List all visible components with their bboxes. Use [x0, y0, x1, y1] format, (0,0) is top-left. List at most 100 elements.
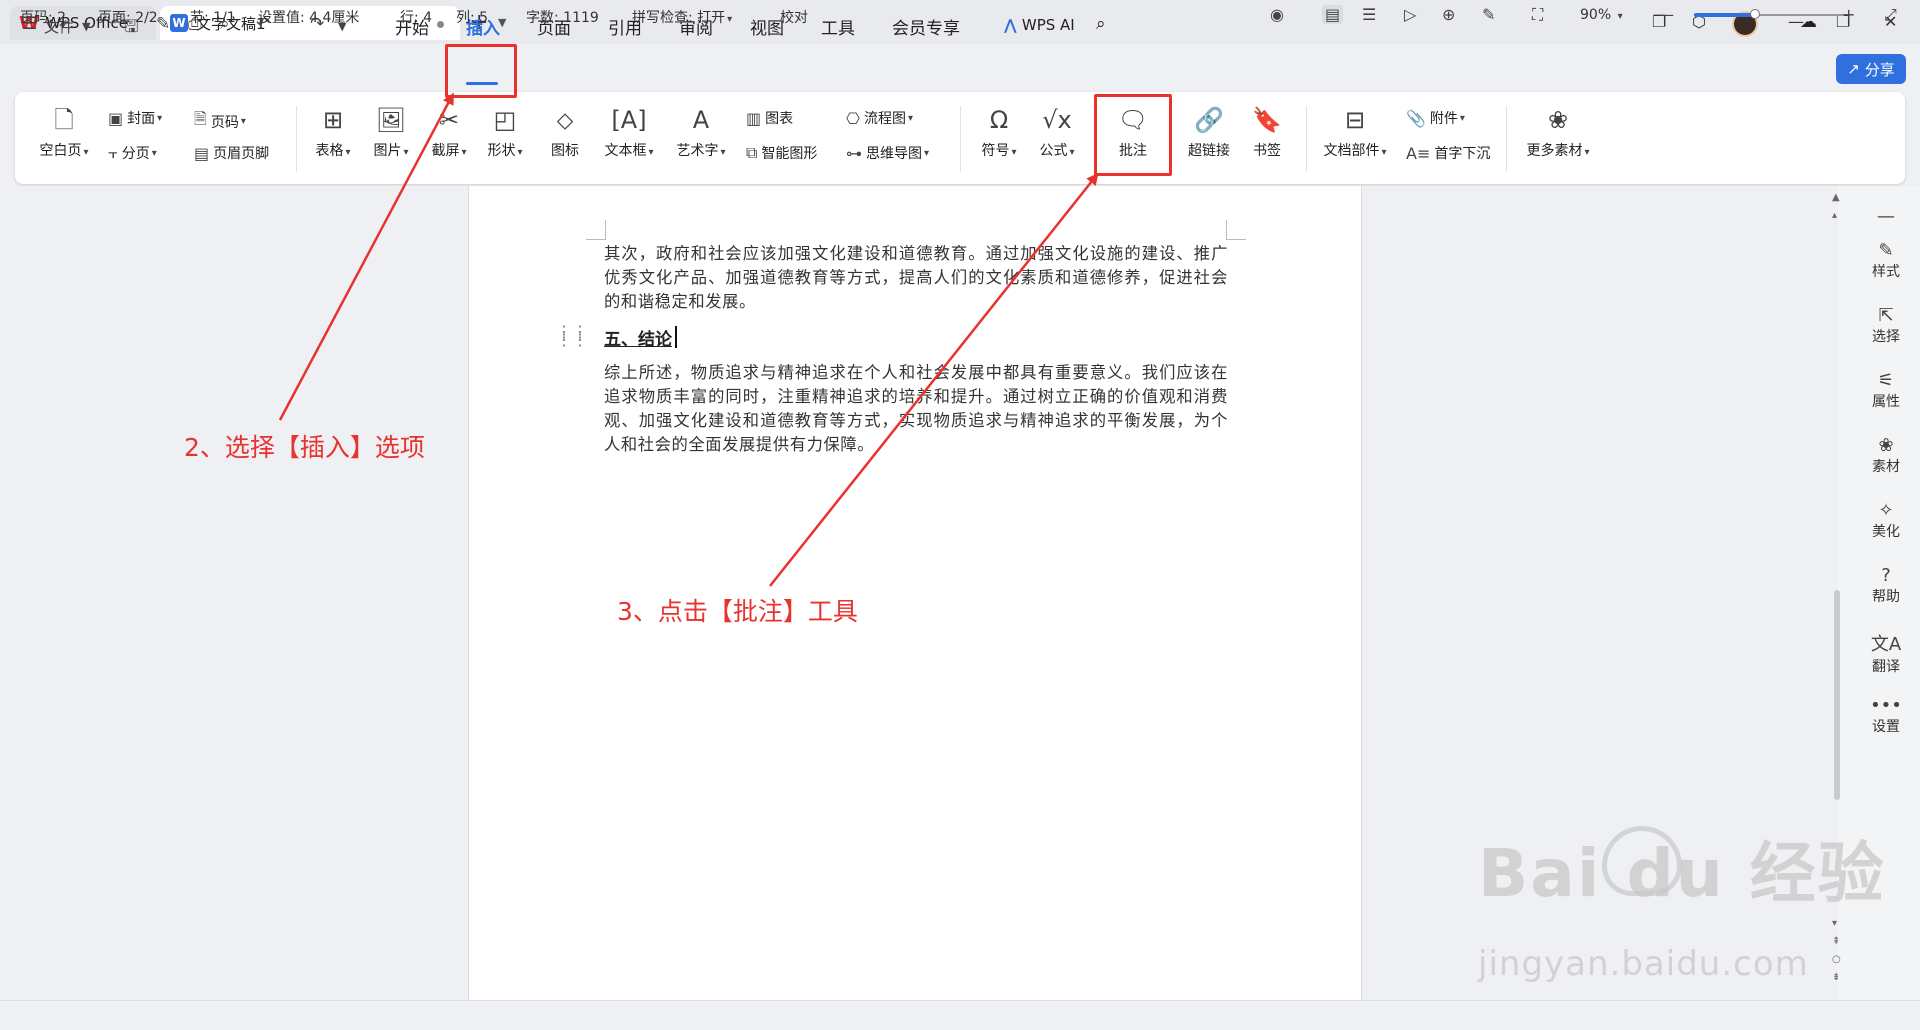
- format-painter-icon[interactable]: ✎: [156, 14, 170, 34]
- symbol-label: 符号: [981, 143, 1010, 159]
- zoom-slider-handle[interactable]: [1750, 9, 1760, 19]
- drop-cap-button[interactable]: A≡ 首字下沉: [1406, 143, 1490, 163]
- table-icon: ⊞: [322, 106, 344, 134]
- status-position[interactable]: 设置值: 4.4厘米: [258, 7, 359, 27]
- status-section[interactable]: 节: 1/1: [190, 7, 236, 27]
- outline-view-icon[interactable]: ☰: [1362, 5, 1376, 24]
- status-word-count[interactable]: 字数: 1119: [526, 7, 599, 27]
- bookmark-label: 书签: [1253, 143, 1281, 159]
- doc-parts-button[interactable]: ⊟ 文档部件 ▾: [1318, 104, 1392, 160]
- chevron-down-icon[interactable]: ▼: [82, 20, 90, 33]
- pen-icon[interactable]: ✎: [1482, 5, 1495, 24]
- section-heading[interactable]: 五、结论: [604, 325, 672, 350]
- doc-parts-icon: ⊟: [1344, 106, 1366, 134]
- cover-icon: ▣: [108, 108, 124, 128]
- shape-icon: ◰: [493, 106, 517, 134]
- tab-membership[interactable]: 会员专享: [892, 14, 960, 39]
- page-break-button[interactable]: ⫟ 分页 ▾: [108, 143, 157, 163]
- scroll-up-icon[interactable]: ▲: [1832, 192, 1840, 203]
- scissors-icon: ✂: [438, 106, 460, 134]
- wordart-button[interactable]: A 艺术字 ▾: [670, 104, 732, 160]
- hyperlink-button[interactable]: 🔗 超链接: [1184, 104, 1234, 160]
- shape-label: 形状: [487, 143, 516, 159]
- tab-view[interactable]: 视图: [750, 14, 784, 39]
- blank-page-button[interactable]: 🗋 空白页 ▾: [34, 104, 94, 160]
- fit-page-icon[interactable]: ⛶: [1532, 5, 1543, 25]
- panel-label: 属性: [1872, 394, 1900, 410]
- page-number-button[interactable]: 🗎 页码 ▾: [194, 108, 246, 135]
- cover-button[interactable]: ▣ 封面 ▾: [108, 108, 162, 128]
- mindmap-icon: ⊶: [846, 143, 862, 163]
- zoom-label: 90%: [1580, 7, 1612, 23]
- status-spell-check[interactable]: 拼写检查: 打开 ▾: [632, 7, 732, 27]
- omega-icon: Ω: [989, 106, 1009, 134]
- table-button[interactable]: ⊞ 表格 ▾: [308, 104, 358, 160]
- fullscreen-icon[interactable]: ⤢: [1884, 5, 1897, 25]
- panel-style[interactable]: ✎ 样式: [1860, 240, 1912, 281]
- smart-graphic-button[interactable]: ⧉ 智能图形: [746, 143, 817, 163]
- status-page-code[interactable]: 页码: 2: [20, 7, 66, 27]
- prev-page-icon[interactable]: ⇞: [1832, 936, 1840, 947]
- smart-graphic-label: 智能图形: [761, 146, 818, 162]
- wordart-label: 艺术字: [676, 143, 719, 159]
- drag-handle-icon[interactable]: ⋮⋮ ⋮⋮: [556, 324, 588, 348]
- search-icon[interactable]: ⌕: [1096, 14, 1106, 34]
- panel-help[interactable]: ? 帮助: [1860, 565, 1912, 606]
- magic-wand-icon: ✧: [1878, 500, 1894, 521]
- scroll-down-icon[interactable]: ▾: [1832, 918, 1837, 929]
- header-footer-button[interactable]: ▤ 页眉页脚: [194, 143, 269, 163]
- picture-button[interactable]: 🖼 图片 ▾: [366, 104, 416, 160]
- bookmark-button[interactable]: 🔖 书签: [1242, 104, 1292, 160]
- drop-cap-icon: A≡: [1406, 143, 1431, 163]
- panel-label: 翻译: [1872, 659, 1900, 675]
- eye-icon[interactable]: ◉: [1270, 5, 1284, 24]
- shape-button[interactable]: ◰ 形状 ▾: [480, 104, 530, 160]
- zoom-in-icon[interactable]: +: [1842, 5, 1855, 24]
- formula-label: 公式: [1039, 143, 1068, 159]
- wps-ai-button[interactable]: ⋀ WPS AI: [1004, 16, 1075, 34]
- status-proofread[interactable]: 校对: [780, 7, 808, 27]
- paragraph[interactable]: 其次，政府和社会应该加强文化建设和道德教育。通过加强文化设施的建设、推广优秀文化…: [604, 242, 1228, 314]
- status-pages[interactable]: 页面: 2/2: [98, 7, 158, 27]
- formula-button[interactable]: √x 公式 ▾: [1032, 104, 1082, 160]
- play-icon[interactable]: ▷: [1404, 5, 1416, 24]
- unsaved-dot-icon[interactable]: [437, 21, 444, 28]
- screenshot-button[interactable]: ✂ 截屏 ▾: [424, 104, 474, 160]
- flowchart-button[interactable]: ⎔ 流程图 ▾: [846, 108, 913, 128]
- scroll-top-icon[interactable]: ▴: [1832, 210, 1837, 221]
- panel-settings[interactable]: ••• 设置: [1860, 695, 1912, 736]
- next-page-icon[interactable]: ⇟: [1832, 972, 1840, 983]
- web-view-icon[interactable]: ⊕: [1442, 5, 1455, 24]
- mindmap-button[interactable]: ⊶ 思维导图 ▾: [846, 143, 929, 163]
- panel-translate[interactable]: 文A 翻译: [1860, 630, 1912, 676]
- select-browse-icon[interactable]: ○: [1832, 954, 1841, 965]
- panel-label: 样式: [1872, 264, 1900, 280]
- translate-icon: 文A: [1870, 634, 1902, 655]
- cover-label: 封面: [127, 111, 156, 127]
- more-material-button[interactable]: ❀ 更多素材 ▾: [1520, 104, 1596, 160]
- page-view-icon[interactable]: ▤: [1322, 5, 1344, 24]
- panel-select[interactable]: ⇱ 选择: [1860, 305, 1912, 346]
- sliders-icon: ⚟: [1877, 370, 1895, 391]
- panel-beautify[interactable]: ✧ 美化: [1860, 500, 1912, 541]
- textbox-button[interactable]: [A] 文本框 ▾: [598, 104, 660, 160]
- highlight-insert-tab: [445, 44, 517, 98]
- share-button[interactable]: ↗ 分享: [1836, 54, 1906, 84]
- zoom-out-icon[interactable]: —: [1658, 5, 1674, 24]
- wordart-icon: A: [692, 106, 710, 134]
- panel-properties[interactable]: ⚟ 属性: [1860, 370, 1912, 411]
- status-col[interactable]: 列: 5: [456, 7, 488, 27]
- panel-collapse-icon[interactable]: —: [1860, 206, 1912, 227]
- tab-tools[interactable]: 工具: [821, 14, 855, 39]
- symbol-button[interactable]: Ω 符号 ▾: [974, 104, 1024, 160]
- panel-material[interactable]: ❀ 素材: [1860, 435, 1912, 476]
- zoom-level[interactable]: 90% ▾: [1580, 7, 1623, 23]
- status-row[interactable]: 行: 4: [400, 7, 432, 27]
- scrollbar[interactable]: [1834, 590, 1840, 800]
- icon-button[interactable]: ⬦ 图标: [540, 104, 590, 160]
- attachment-button[interactable]: 📎 附件 ▾: [1406, 108, 1465, 128]
- paragraph[interactable]: 综上所述，物质追求与精神追求在个人和社会发展中都具有重要意义。我们应该在追求物质…: [604, 361, 1228, 457]
- smart-graphic-icon: ⧉: [746, 143, 758, 162]
- chart-button[interactable]: ▥ 图表: [746, 108, 793, 128]
- chart-icon: ▥: [746, 108, 762, 128]
